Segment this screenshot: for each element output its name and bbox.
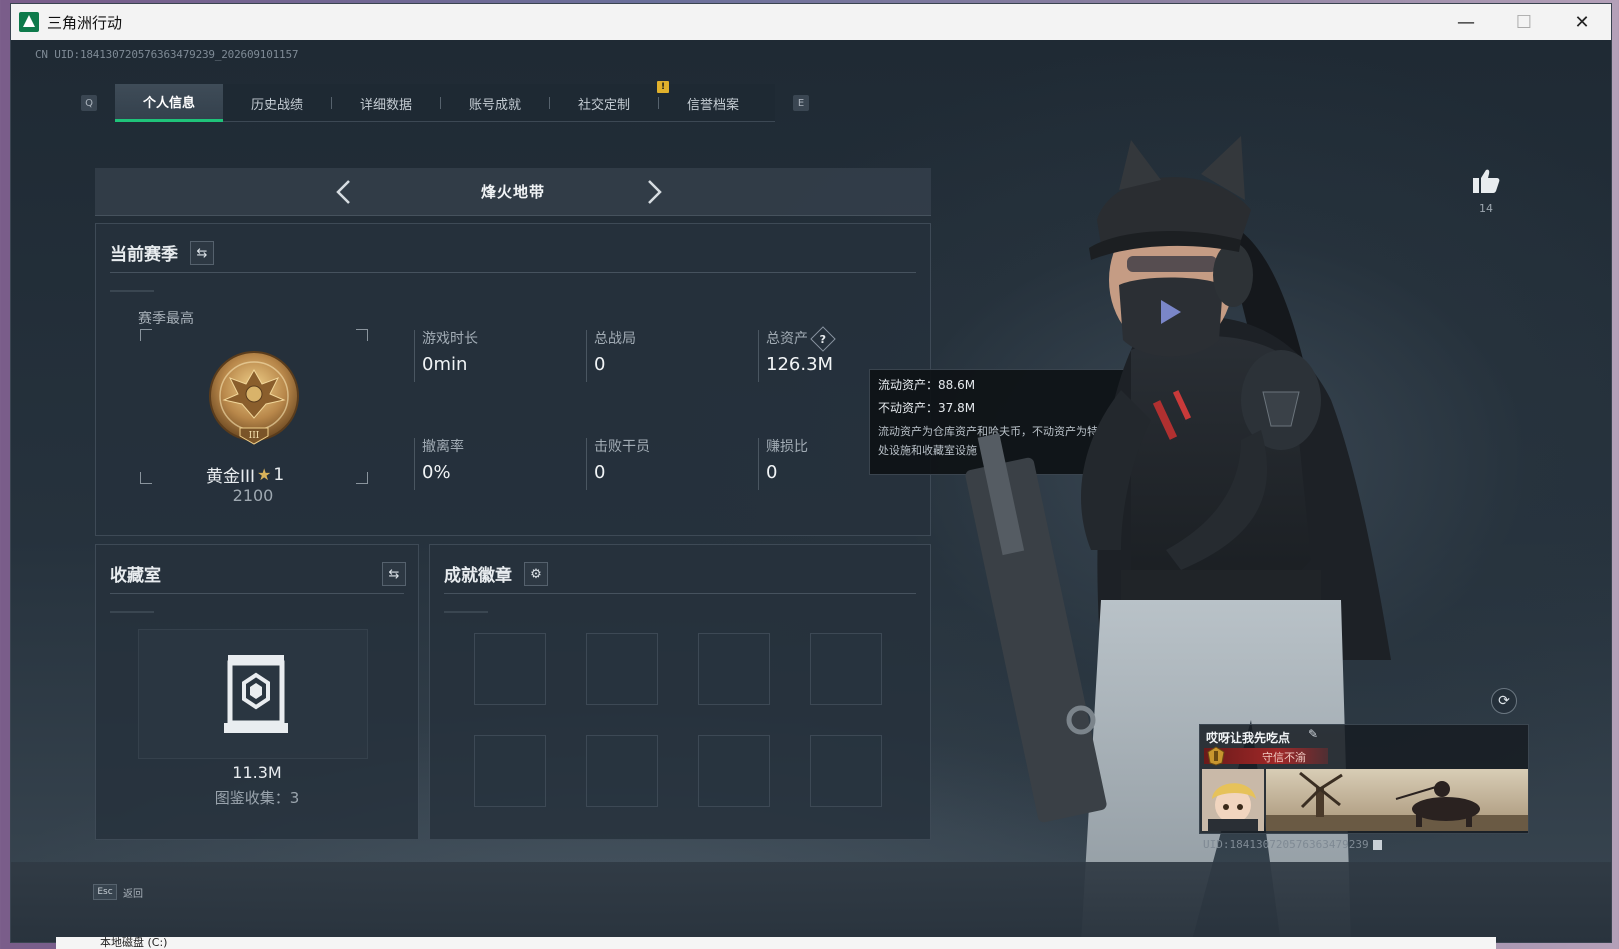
chevron-left-icon[interactable] (331, 178, 357, 206)
divider (444, 593, 916, 594)
tab-next-key[interactable]: E (793, 95, 809, 111)
rank-stars: 1 (273, 464, 285, 485)
stat-play-time: 游戏时长 0min (422, 331, 478, 375)
mode-title: 烽火地带 (480, 183, 545, 201)
divider-accent (110, 290, 154, 292)
player-name-card[interactable]: 哎呀让我先吃点 ✎ 守信不渝 (1199, 724, 1529, 834)
minimize-button[interactable]: — (1437, 4, 1495, 40)
stat-divider (758, 330, 759, 382)
esc-key[interactable]: Esc (93, 884, 117, 900)
badge-slot[interactable] (810, 633, 882, 705)
stat-profit-ratio: 赚损比 0 (766, 439, 808, 483)
badge-slot[interactable] (586, 633, 658, 705)
tab-credit-record[interactable]: 信誉档案 (659, 84, 767, 122)
collection-value: 11.3M (232, 763, 282, 782)
help-icon[interactable]: ? (810, 326, 836, 352)
refresh-button[interactable]: ⟳ (1491, 688, 1517, 714)
frame-corner (356, 472, 368, 484)
game-viewport: CN UID:18413072057636347923​9_2026091011… (11, 40, 1611, 942)
profile-tabs: 个人信息 历史战绩 详细数据 账号成就 社交定制 信誉档案 (115, 84, 775, 122)
bottom-bar: Esc 返回 (11, 862, 1611, 942)
close-button[interactable]: ✕ (1553, 4, 1611, 40)
achievements-title: 成就徽章 (444, 566, 512, 586)
player-uid: UID:18413072057636347923​9 (1203, 838, 1382, 851)
stat-divider (586, 330, 587, 382)
maximize-button[interactable]: ☐ (1495, 4, 1553, 40)
badge-slot[interactable] (474, 735, 546, 807)
player-name: 哎呀让我先吃点 (1206, 731, 1291, 745)
taskbar-strip (56, 937, 1496, 949)
svg-text:III: III (249, 431, 260, 441)
season-switch-button[interactable]: ⇆ (190, 241, 214, 265)
tab-detailed-data[interactable]: 详细数据 (332, 84, 440, 122)
player-title-banner: 守信不渝 (1204, 746, 1328, 766)
mode-selector: 烽火地带 (95, 168, 931, 216)
badge-slot[interactable] (810, 735, 882, 807)
chevron-right-icon[interactable] (641, 178, 667, 206)
back-label[interactable]: 返回 (123, 885, 143, 900)
player-title: 守信不渝 (1262, 751, 1306, 764)
rank-tier: 黄金III (206, 467, 256, 487)
swap-icon: ⇆ (196, 245, 208, 261)
tab-social[interactable]: 社交定制 (550, 84, 658, 122)
badge-slot[interactable] (474, 633, 546, 705)
window-title: 三角洲行动 (47, 13, 123, 32)
refresh-icon: ⟳ (1498, 693, 1510, 709)
taskbar-text: 本地磁盘 (C:) (100, 936, 168, 949)
window-controls: — ☐ ✕ (1437, 4, 1611, 40)
frame-corner (140, 472, 152, 484)
swap-icon: ⇆ (388, 566, 400, 582)
tab-history[interactable]: 历史战绩 (223, 84, 331, 122)
stat-divider (758, 438, 759, 490)
like-button[interactable]: 14 (1471, 168, 1501, 215)
rank-name: 黄金III ★ 1 (206, 462, 285, 488)
collection-title: 收藏室 (110, 566, 161, 586)
name-card-banner (1266, 769, 1528, 831)
stat-divider (586, 438, 587, 490)
app-logo-icon (19, 12, 39, 32)
season-best-label: 赛季最高 (138, 311, 194, 327)
badge-slot[interactable] (698, 735, 770, 807)
rank-score: 2100 (232, 486, 274, 505)
collection-switch-button[interactable]: ⇆ (382, 562, 406, 586)
title-bar[interactable]: 三角洲行动 — ☐ ✕ (11, 4, 1611, 40)
stat-divider (414, 330, 415, 382)
divider-accent (444, 611, 488, 613)
collection-panel: 收藏室 ⇆ 11.3M 图鉴收集：3 (95, 544, 419, 840)
divider (110, 593, 404, 594)
season-panel: 当前赛季 ⇆ 赛季最高 III 黄金III ★ 1 2100 游戏时长 0min… (95, 223, 931, 536)
thumbs-up-icon (1473, 169, 1500, 193)
display-case-icon (224, 655, 288, 733)
copy-icon[interactable] (1372, 840, 1382, 850)
season-title: 当前赛季 (110, 245, 178, 265)
frame-corner (356, 329, 368, 341)
title-emblem-icon (1207, 746, 1225, 766)
gear-icon: ⚙ (530, 566, 542, 582)
divider (110, 272, 916, 273)
gold-rank-emblem-icon: III (209, 351, 299, 445)
star-icon: ★ (257, 465, 272, 484)
achievements-panel: 成就徽章 ⚙ (429, 544, 931, 840)
badge-slot[interactable] (586, 735, 658, 807)
edit-icon[interactable]: ✎ (1308, 727, 1318, 741)
frame-corner (140, 329, 152, 341)
tab-personal-info[interactable]: 个人信息 (115, 84, 223, 122)
stat-total-assets: 总资产? 126.3M (766, 326, 836, 375)
stat-total-matches: 总战局 0 (594, 331, 636, 375)
uid-header: CN UID:18413072057636347923​9_2026091011… (35, 48, 299, 61)
stat-divider (414, 438, 415, 490)
tab-achievements[interactable]: 账号成就 (441, 84, 549, 122)
stat-kills: 击败干员 0 (594, 439, 650, 483)
game-window: 三角洲行动 — ☐ ✕ CN UID:18413072057636347923​… (10, 3, 1612, 943)
stat-extraction-rate: 撤离率 0% (422, 439, 464, 483)
achievements-settings-button[interactable]: ⚙ (524, 562, 548, 586)
notification-badge: ! (657, 81, 669, 93)
badge-slot[interactable] (698, 633, 770, 705)
like-count: 14 (1479, 202, 1493, 215)
player-avatar[interactable] (1202, 769, 1264, 831)
tab-prev-key[interactable]: Q (81, 95, 97, 111)
collection-count: 图鉴收集：3 (214, 789, 300, 807)
divider-accent (110, 611, 154, 613)
